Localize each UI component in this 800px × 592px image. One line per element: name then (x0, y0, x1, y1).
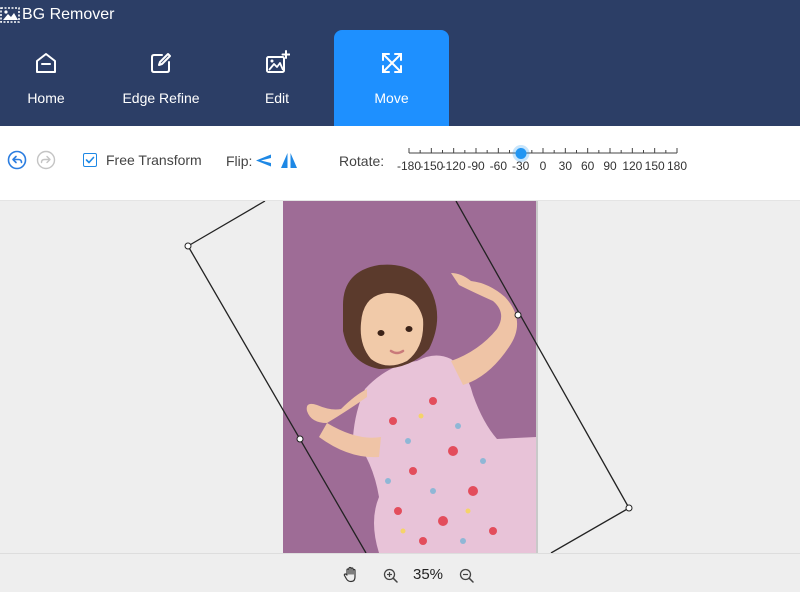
edge-refine-icon (151, 53, 171, 73)
tab-edge-refine-label: Edge Refine (122, 90, 200, 106)
rotate-tick-label: 150 (644, 159, 665, 173)
edit-image-icon (266, 50, 290, 73)
transform-handle-top-left[interactable] (184, 242, 192, 250)
hand-pan-icon[interactable] (343, 566, 359, 583)
tab-move[interactable]: Move (334, 30, 449, 126)
zoom-out-icon[interactable] (459, 568, 474, 583)
home-icon (36, 53, 56, 73)
rotate-tick-label: 90 (603, 159, 617, 173)
free-transform-checkbox[interactable] (83, 153, 97, 167)
flip-label: Flip: (226, 153, 253, 169)
rotate-tick-label: 30 (558, 159, 573, 173)
transform-toolbar: Free Transform Flip: Rotate: -180 -150 -12… (0, 126, 800, 201)
subject-image (283, 201, 538, 553)
app-window: BG Remover Home Edge Refine Edit Move Fr… (0, 0, 800, 592)
rotate-tick-label: -90 (467, 159, 485, 173)
rotate-tick-label: -30 (511, 159, 530, 173)
rotate-label: Rotate: (339, 153, 385, 169)
rotate-slider-handle[interactable] (515, 148, 527, 159)
transform-handle-bottom-right[interactable] (625, 504, 633, 512)
free-transform-label: Free Transform (106, 152, 202, 168)
rotate-tick-label: -150 (419, 159, 444, 173)
editing-canvas[interactable] (0, 201, 800, 553)
child-cutout-image (306, 264, 536, 553)
redo-icon[interactable] (36, 150, 56, 170)
transform-handle-right-middle[interactable] (514, 311, 522, 319)
flip-horizontal-icon[interactable] (255, 153, 273, 168)
checkmark-icon (85, 156, 95, 164)
app-title: BG Remover (0, 3, 114, 27)
tab-edit[interactable]: Edit (232, 30, 322, 126)
free-transform-toggle[interactable]: Free Transform (83, 152, 202, 168)
tab-edge-refine[interactable]: Edge Refine (112, 30, 210, 126)
zoom-in-icon[interactable] (383, 568, 398, 583)
tab-home[interactable]: Home (0, 30, 92, 126)
tab-edit-label: Edit (264, 90, 290, 106)
flip-vertical-icon[interactable] (280, 152, 298, 169)
zoom-level-value: 35% (413, 566, 444, 583)
tab-home-label: Home (27, 90, 65, 106)
rotate-tick-label: 0 (539, 159, 547, 173)
rotate-tick-label: -60 (489, 159, 507, 173)
app-title-text: BG Remover (22, 6, 115, 23)
image-logo-icon (0, 7, 20, 23)
rotate-tick-label: 120 (622, 159, 643, 173)
move-arrows-icon (381, 53, 402, 73)
transform-handle-left-middle[interactable] (296, 435, 304, 443)
undo-icon[interactable] (7, 150, 27, 170)
rotate-scale-labels: -180 -150 -120 -90 -60 -30 0 30 60 90 120 150 180 (395, 159, 695, 173)
zoom-bar: 35% (0, 553, 800, 592)
header: BG Remover Home Edge Refine Edit Move (0, 0, 800, 126)
rotate-tick-label: -180 (396, 159, 422, 173)
rotate-tick-label: 60 (580, 159, 595, 173)
tab-move-label: Move (374, 90, 409, 106)
rotate-tick-label: 180 (666, 159, 688, 173)
rotate-slider[interactable]: -180 -150 -120 -90 -60 -30 0 30 60 90 120 150 180 (395, 144, 695, 178)
rotate-tick-label: -120 (441, 159, 466, 173)
